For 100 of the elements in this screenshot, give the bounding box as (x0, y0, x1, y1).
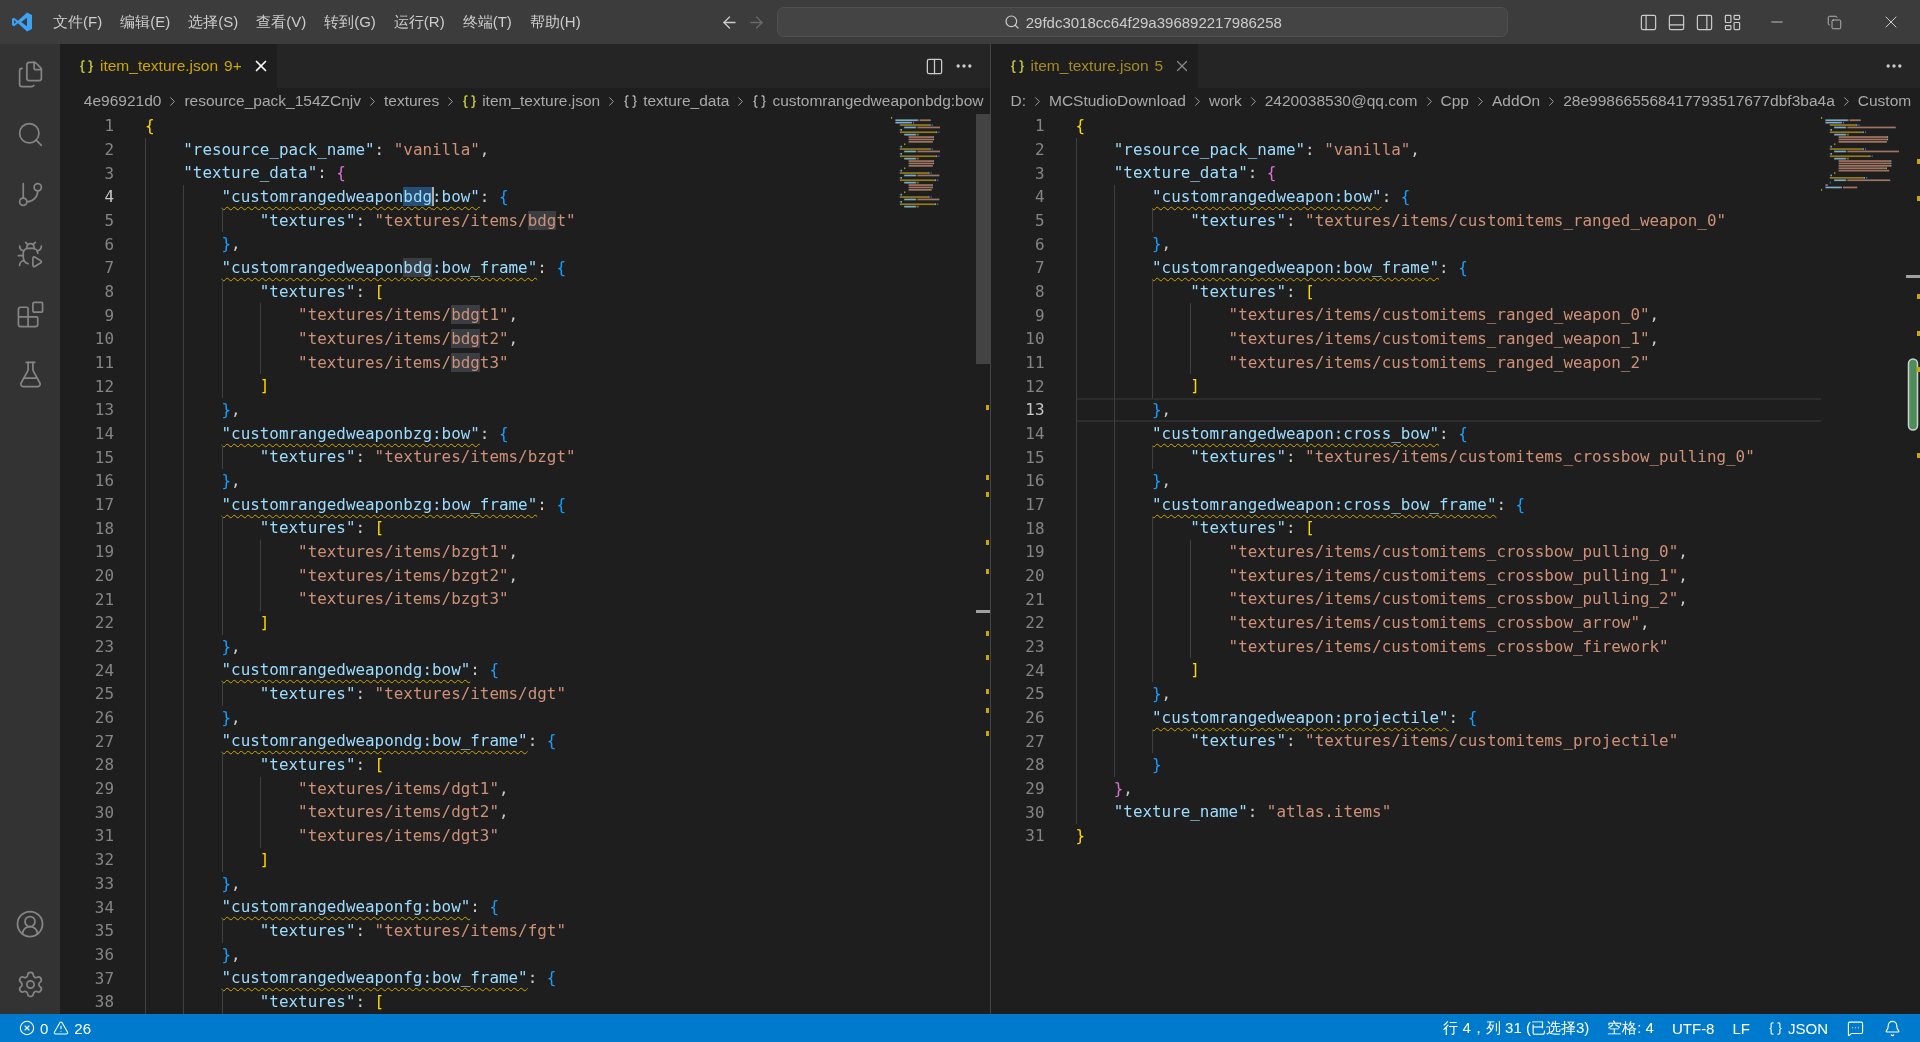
breadcrumb-item[interactable]: 4e96921d0 (82, 92, 163, 110)
code-line: "customrangedweaponbzg:bow_frame": { (221, 493, 566, 516)
line-number: 19 (94, 542, 114, 562)
line-number: 11 (1025, 353, 1045, 373)
line-number: 21 (94, 589, 114, 609)
breadcrumb-item[interactable]: Custom (1856, 92, 1913, 110)
restore-icon[interactable] (1827, 14, 1842, 30)
command-center[interactable]: 29fdc3018cc64f29a396892217986258 (777, 7, 1509, 37)
code-line: "resource_pack_name": "vanilla", (1113, 138, 1420, 161)
line-number: 37 (94, 968, 114, 988)
breadcrumb-item[interactable]: texture_data (622, 92, 731, 110)
line-number: 34 (94, 897, 114, 917)
line-number: 32 (94, 850, 114, 870)
code-line: "textures/items/dgt2", (298, 801, 509, 824)
breadcrumb-item[interactable]: Cpp (1439, 92, 1470, 110)
warning-marker (1917, 196, 1920, 201)
line-number: 30 (94, 802, 114, 822)
json-file-icon (1009, 58, 1025, 74)
line-number: 12 (1025, 376, 1045, 396)
code-line: { (1075, 115, 1086, 137)
code-line: "textures/items/bzgt1", (298, 541, 519, 564)
line-number: 14 (94, 424, 114, 444)
menu-item[interactable]: 终端(T) (453, 7, 521, 37)
line-number: 21 (1025, 589, 1045, 609)
problems-status[interactable]: 0 26 (10, 1014, 101, 1042)
breadcrumb-item[interactable]: AddOn (1490, 92, 1542, 110)
app-logo-icon[interactable] (12, 12, 32, 32)
code-line: "customrangedweapon:cross_bow": { (1152, 422, 1468, 445)
breadcrumb-item[interactable]: 2420038530@qq.com (1263, 92, 1419, 110)
warning-marker (985, 492, 989, 497)
panel-bottom-icon[interactable] (1667, 12, 1687, 32)
breadcrumb-item[interactable]: work (1208, 92, 1243, 110)
code-line: "customrangedweapondg:bow": { (221, 659, 499, 682)
code-line: "textures": "textures/items/bzgt" (259, 446, 576, 469)
code-line: "textures": "textures/items/dgt" (259, 683, 566, 706)
line-number: 38 (94, 992, 114, 1012)
layout-grid-icon[interactable] (1723, 12, 1743, 32)
status-item[interactable]: LF (1723, 1014, 1759, 1042)
editor-tab[interactable]: item_texture.json 9+ (60, 44, 277, 88)
breadcrumb-item[interactable]: D: (1009, 92, 1027, 110)
bug-play-icon[interactable] (15, 239, 45, 269)
panel-left-icon[interactable] (1639, 12, 1659, 32)
breadcrumb-item[interactable]: resource_pack_154ZCnjv (183, 92, 362, 110)
line-number: 20 (94, 566, 114, 586)
panel-right-icon[interactable] (1695, 12, 1715, 32)
status-item[interactable]: 空格: 4 (1598, 1014, 1663, 1042)
code-line: { (145, 115, 155, 137)
menu-item[interactable]: 转到(G) (315, 7, 385, 37)
code-line: "customrangedweaponfg:bow_frame": { (221, 967, 557, 990)
line-number: 4 (104, 187, 114, 207)
menu-item[interactable]: 运行(R) (384, 7, 454, 37)
code-line: ] (259, 375, 270, 398)
status-item[interactable]: 行 4，列 31 (已选择3) (1434, 1014, 1599, 1042)
line-number: 18 (1025, 518, 1045, 538)
status-item[interactable]: JSON (1759, 1014, 1837, 1042)
line-number: 17 (1025, 495, 1045, 515)
code-line: "textures/items/customitems_ranged_weapon_1", (1228, 328, 1660, 351)
code-line: "textures/items/bdgt1", (298, 304, 519, 327)
braces-icon (1768, 1020, 1783, 1036)
code-line: "textures": "textures/items/bdgt" (259, 209, 576, 232)
menu-item[interactable]: 帮助(H) (520, 7, 590, 37)
breadcrumb-item[interactable]: textures (383, 92, 441, 110)
code-line: "textures": [ (259, 280, 385, 303)
code-line: }, (1113, 777, 1133, 800)
menu-item[interactable]: 查看(V) (247, 7, 316, 37)
breadcrumb-item[interactable]: 28e998665568417793517677dbf3ba4a (1562, 92, 1836, 110)
bell-icon[interactable] (1884, 1019, 1901, 1037)
status-item[interactable]: UTF-8 (1662, 1014, 1724, 1042)
warning-marker (985, 631, 989, 636)
code-line: }, (221, 635, 241, 658)
breadcrumb-item[interactable]: item_texture.json (461, 92, 602, 110)
split-editor-icon[interactable] (924, 56, 944, 76)
json-file-icon (462, 93, 478, 109)
code-line: "textures": "textures/items/customitems_ranged_weapon_0" (1190, 209, 1727, 232)
code-line: }, (221, 706, 241, 729)
line-number: 19 (1025, 542, 1045, 562)
warning-marker (985, 731, 989, 736)
braces-icon (623, 93, 639, 109)
editor-tab[interactable]: item_texture.json 5 (990, 44, 1199, 88)
blocks-icon[interactable] (15, 299, 45, 329)
line-number: 28 (94, 755, 114, 775)
code-line: } (1152, 754, 1162, 777)
code-line: "texture_name": "atlas.items" (1113, 801, 1392, 824)
menu-item[interactable]: 编辑(E) (111, 7, 180, 37)
line-number: 3 (1034, 163, 1045, 183)
menu-item[interactable]: 选择(S) (179, 7, 248, 37)
scrollbar-thumb[interactable] (975, 114, 990, 364)
account-icon[interactable] (15, 909, 45, 939)
code-line: "textures/items/customitems_ranged_weapon_2" (1228, 351, 1650, 374)
line-number: 5 (104, 211, 114, 230)
chat-bubble-icon[interactable] (1847, 1019, 1864, 1037)
code-line: "customrangedweaponbdg:bow_frame": { (221, 257, 566, 280)
menu-item[interactable]: 文件(F) (44, 7, 112, 37)
code-line: ] (1190, 375, 1200, 398)
line-number: 26 (94, 708, 114, 728)
code-line: "textures": "textures/items/customitems_projectile" (1190, 730, 1679, 753)
breadcrumb-item[interactable]: customrangedweaponbdg:bow (751, 92, 985, 110)
breadcrumb-item[interactable]: MCStudioDownload (1048, 92, 1187, 110)
scrollbar-thumb[interactable] (1907, 358, 1919, 431)
warning-marker (1917, 331, 1920, 336)
